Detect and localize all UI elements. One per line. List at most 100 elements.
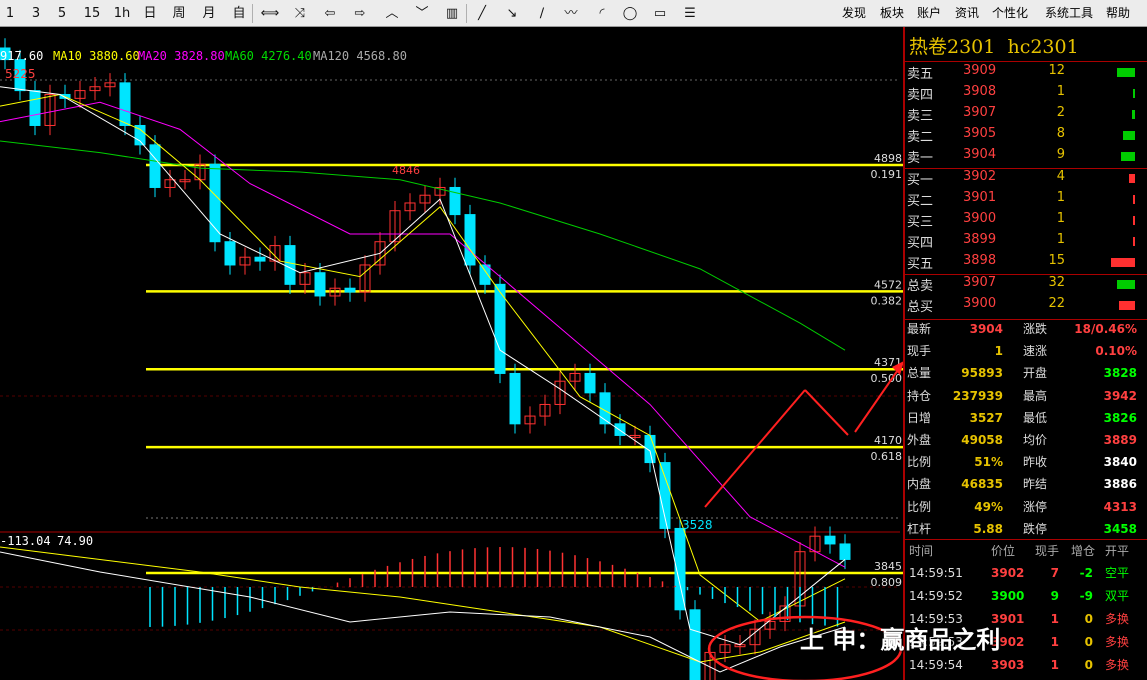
ask-row[interactable]: 卖二 3905 8 bbox=[905, 126, 1147, 147]
wave-icon[interactable]: 〰 bbox=[560, 0, 582, 27]
stat-label: 涨跌 bbox=[1023, 322, 1048, 336]
segment-icon[interactable]: ∕ bbox=[532, 0, 552, 27]
period-1h[interactable]: 1h bbox=[112, 0, 132, 27]
zoom-icon[interactable]: ⟺ bbox=[260, 0, 280, 27]
period-week[interactable]: 周 bbox=[170, 0, 188, 27]
stat-label: 最新 bbox=[907, 322, 932, 336]
orderbook-price: 3908 bbox=[963, 84, 997, 99]
fib-price-label: 4898 bbox=[874, 152, 902, 165]
arrow-right-icon[interactable]: ⇨ bbox=[350, 0, 370, 27]
stat-right-3: 最高 3942 bbox=[1023, 385, 1137, 407]
ask-row[interactable]: 卖五 3909 12 bbox=[905, 63, 1147, 84]
bid-row[interactable]: 买五 3898 15 bbox=[905, 253, 1147, 274]
stat-label: 外盘 bbox=[907, 433, 932, 447]
stat-value: 49058 bbox=[961, 433, 1003, 447]
ma20-line bbox=[0, 101, 846, 568]
text-icon[interactable]: ☰ bbox=[680, 0, 700, 27]
candle-body bbox=[224, 241, 236, 266]
candle-body bbox=[29, 90, 41, 126]
fib-price-label: 4572 bbox=[874, 278, 902, 291]
bid-row[interactable]: 买二 3901 1 bbox=[905, 190, 1147, 211]
orderbook-volume-bar bbox=[1117, 280, 1135, 289]
kline-chart[interactable]: 48980.19145720.38243710.50041700.6183845… bbox=[0, 27, 903, 680]
ray-icon[interactable]: ↘ bbox=[502, 0, 522, 27]
stat-label: 内盘 bbox=[907, 477, 932, 492]
stat-value: 3840 bbox=[1103, 455, 1137, 470]
period-5m[interactable]: 5 bbox=[54, 0, 70, 27]
orderbook-label: 总买 bbox=[907, 300, 934, 315]
orderbook-price: 3900 bbox=[963, 296, 997, 311]
orderbook-volume: 1 bbox=[1056, 84, 1065, 99]
arrow-left-icon[interactable]: ⇦ bbox=[320, 0, 340, 27]
orderbook-price: 3905 bbox=[963, 126, 997, 141]
period-3m[interactable]: 3 bbox=[28, 0, 44, 27]
arrow-down-icon[interactable]: ﹀ bbox=[412, 0, 432, 27]
bar-icon[interactable]: ▥ bbox=[442, 0, 462, 27]
menu-help[interactable]: 帮助 bbox=[1106, 0, 1130, 27]
stat-2: 总量 95893 bbox=[907, 362, 1003, 384]
tick-row: 14:59:54 3903 1 0 多换 bbox=[905, 654, 1147, 676]
stat-label: 杠杆 bbox=[907, 521, 932, 536]
stat-value: 49% bbox=[974, 499, 1003, 514]
orderbook-price: 3898 bbox=[963, 253, 997, 268]
menu-system-tools[interactable]: 系统工具 bbox=[1045, 0, 1093, 27]
stat-right-0: 涨跌 18/0.46% bbox=[1023, 318, 1137, 340]
orderbook-volume: 8 bbox=[1056, 126, 1065, 141]
bid-row[interactable]: 买三 3900 1 bbox=[905, 211, 1147, 232]
tick-row: 14:59:52 3900 9 -9 双平 bbox=[905, 585, 1147, 607]
stat-label: 最低 bbox=[1023, 410, 1048, 425]
fib-price-label: 3845 bbox=[874, 560, 902, 573]
candle-body bbox=[344, 287, 356, 293]
stat-label: 均价 bbox=[1023, 433, 1048, 447]
orderbook-volume-bar bbox=[1119, 301, 1135, 310]
stat-right-7: 昨结 3886 bbox=[1023, 473, 1137, 495]
orderbook-volume-bar bbox=[1123, 131, 1135, 140]
candle-body bbox=[464, 214, 476, 266]
rect-icon[interactable]: ▭ bbox=[650, 0, 670, 27]
fan-icon[interactable]: ◜ bbox=[592, 0, 612, 27]
stat-right-1: 速涨 0.10% bbox=[1023, 340, 1137, 362]
ask-row[interactable]: 卖三 3907 2 bbox=[905, 105, 1147, 126]
candle-body bbox=[149, 144, 161, 188]
bid-row[interactable]: 买四 3899 1 bbox=[905, 232, 1147, 253]
arrow-up-icon[interactable]: ︿ bbox=[382, 0, 402, 27]
period-day[interactable]: 日 bbox=[141, 0, 159, 27]
stat-label: 现手 bbox=[907, 344, 932, 359]
stat-value: 3527 bbox=[969, 410, 1003, 425]
menu-account[interactable]: 账户 bbox=[917, 0, 941, 27]
orderbook-label: 买四 bbox=[907, 236, 934, 251]
total-bid-row[interactable]: 总买 3900 22 bbox=[905, 296, 1147, 317]
stat-value: 95893 bbox=[961, 366, 1003, 381]
period-1m[interactable]: 1 bbox=[2, 0, 18, 27]
orderbook-label: 卖二 bbox=[907, 130, 934, 145]
high-price-label: 5225 bbox=[5, 67, 36, 81]
ma60-line bbox=[0, 140, 846, 351]
menu-news[interactable]: 资讯 bbox=[955, 0, 979, 27]
ellipse-icon[interactable]: ◯ bbox=[620, 0, 640, 27]
period-custom[interactable]: 自 bbox=[230, 0, 248, 27]
fib-ratio-label: 0.382 bbox=[871, 294, 903, 307]
stat-value: 18/0.46% bbox=[1074, 322, 1137, 336]
line-draw-icon[interactable]: ╱ bbox=[472, 0, 492, 27]
orderbook-volume: 4 bbox=[1056, 169, 1065, 184]
period-month[interactable]: 月 bbox=[200, 0, 218, 27]
period-15m[interactable]: 15 bbox=[82, 0, 102, 27]
menu-sector[interactable]: 板块 bbox=[880, 0, 904, 27]
menu-discover[interactable]: 发现 bbox=[842, 0, 866, 27]
orderbook-volume: 12 bbox=[1048, 63, 1065, 78]
menu-personalize[interactable]: 个性化 bbox=[992, 0, 1028, 27]
stat-value: 3826 bbox=[1103, 410, 1137, 425]
ask-row[interactable]: 卖四 3908 1 bbox=[905, 84, 1147, 105]
cross-icon[interactable]: ⤨ bbox=[290, 0, 310, 27]
total-ask-row[interactable]: 总卖 3907 32 bbox=[905, 275, 1147, 296]
ma10-line bbox=[0, 93, 846, 623]
tick-header-time: 时间 bbox=[909, 544, 934, 558]
stat-right-2: 开盘 3828 bbox=[1023, 362, 1137, 384]
orderbook-volume-bar bbox=[1111, 258, 1135, 267]
macd-value-1: -113.04 bbox=[0, 534, 51, 548]
ask-row[interactable]: 卖一 3904 9 bbox=[905, 147, 1147, 168]
bid-row[interactable]: 买一 3902 4 bbox=[905, 169, 1147, 190]
candle-body bbox=[839, 543, 851, 560]
stat-value: 3889 bbox=[1103, 433, 1137, 447]
ma60-legend: MA60 4276.40 bbox=[225, 49, 312, 63]
